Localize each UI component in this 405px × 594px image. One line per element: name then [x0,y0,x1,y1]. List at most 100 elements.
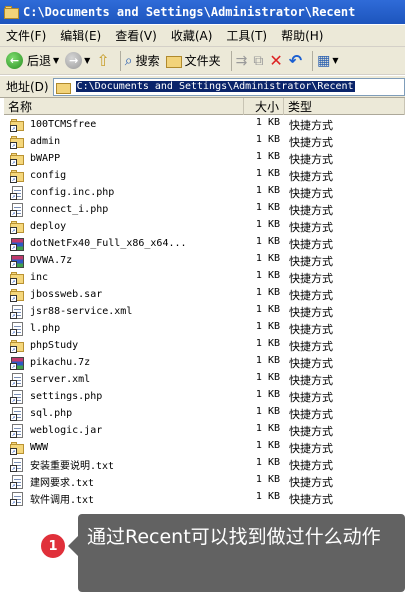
file-row[interactable]: ↗ l.php 1 KB 快捷方式 [4,320,405,337]
file-name-cell[interactable]: ↗ dotNetFx40_Full_x86_x64... [10,236,187,251]
file-name-cell[interactable]: ↗ jsr88-service.xml [10,304,132,319]
column-header-size[interactable]: 大小 [244,98,284,115]
file-name-cell[interactable]: ↗ connect_i.php [10,202,108,217]
menu-view[interactable]: 查看(V) [115,27,157,44]
menu-edit[interactable]: 编辑(E) [60,27,101,44]
doc-shortcut-icon: ↗ [10,321,25,336]
file-row[interactable]: ↗ config.inc.php 1 KB 快捷方式 [4,184,405,201]
menu-favorites[interactable]: 收藏(A) [171,27,213,44]
undo-icon[interactable]: ↶ [289,51,302,70]
file-name: 安装重要说明.txt [30,461,115,472]
file-name-cell[interactable]: ↗ 安装重要说明.txt [10,457,114,472]
file-name-cell[interactable]: ↗ config [10,168,66,183]
step-badge: 1 [39,532,67,560]
copy-to-icon[interactable]: ⧉ [253,53,263,69]
archive-shortcut-icon: ↗ [10,254,25,268]
file-name-cell[interactable]: ↗ jbossweb.sar [10,287,102,302]
folder-icon [55,80,72,94]
file-type: 快捷方式 [289,255,333,268]
file-row[interactable]: ↗ phpStudy 1 KB 快捷方式 [4,337,405,354]
file-type: 快捷方式 [289,289,333,302]
file-row[interactable]: ↗ jsr88-service.xml 1 KB 快捷方式 [4,303,405,320]
file-row[interactable]: ↗ bWAPP 1 KB 快捷方式 [4,150,405,167]
file-size: 1 KB [255,440,280,451]
views-button[interactable]: ▦ ▼ [317,53,338,69]
file-name: sql.php [30,408,73,419]
folders-button[interactable]: 文件夹 [165,52,221,69]
file-name-cell[interactable]: ↗ server.xml [10,372,90,387]
move-to-icon[interactable]: ⇉ [236,53,248,69]
file-name: jbossweb.sar [30,289,103,300]
file-name-cell[interactable]: ↗ pikachu.7z [10,355,90,370]
file-row[interactable]: ↗ pikachu.7z 1 KB 快捷方式 [4,354,405,371]
file-row[interactable]: ↗ WWW 1 KB 快捷方式 [4,439,405,456]
up-folder-icon: ⇧ [96,51,110,70]
list-header: 名称 大小 类型 [4,98,405,115]
file-name: dotNetFx40_Full_x86_x64... [30,238,187,249]
file-row[interactable]: ↗ dotNetFx40_Full_x86_x64... 1 KB 快捷方式 [4,235,405,252]
column-header-name[interactable]: 名称 [4,98,244,115]
file-name-cell[interactable]: ↗ bWAPP [10,151,60,166]
file-name-cell[interactable]: ↗ settings.php [10,389,102,404]
file-type: 快捷方式 [289,153,333,166]
file-row[interactable]: ↗ inc 1 KB 快捷方式 [4,269,405,286]
search-label: 搜索 [135,54,160,68]
chevron-down-icon[interactable]: ▼ [84,56,90,65]
folder-shortcut-icon: ↗ [10,339,25,353]
file-type: 快捷方式 [289,374,333,387]
archive-shortcut-icon: ↗ [10,237,25,251]
menu-tools[interactable]: 工具(T) [226,27,267,44]
file-name-cell[interactable]: ↗ phpStudy [10,338,78,353]
search-button[interactable]: ⌕ 搜索 [125,52,160,69]
chevron-down-icon[interactable]: ▼ [332,56,338,65]
file-row[interactable]: ↗ connect_i.php 1 KB 快捷方式 [4,201,405,218]
file-row[interactable]: ↗ sql.php 1 KB 快捷方式 [4,405,405,422]
file-type: 快捷方式 [289,391,333,404]
file-name-cell[interactable]: ↗ inc [10,270,48,285]
file-row[interactable]: ↗ 安装重要说明.txt 1 KB 快捷方式 [4,456,405,473]
file-name-cell[interactable]: ↗ l.php [10,321,60,336]
file-size: 1 KB [255,168,280,179]
file-row[interactable]: ↗ admin 1 KB 快捷方式 [4,133,405,150]
up-folder-button[interactable]: ⇧ [96,51,109,70]
file-name: admin [30,136,61,147]
file-name: weblogic.jar [30,425,103,436]
file-name-cell[interactable]: ↗ 软件调用.txt [10,491,94,506]
file-name-cell[interactable]: ↗ WWW [10,440,48,455]
folder-shortcut-icon: ↗ [10,135,25,149]
file-row[interactable]: ↗ 100TCMSfree 1 KB 快捷方式 [4,116,405,133]
menu-file[interactable]: 文件(F) [6,27,46,44]
file-row[interactable]: ↗ deploy 1 KB 快捷方式 [4,218,405,235]
file-name-cell[interactable]: ↗ DVWA.7z [10,253,72,268]
forward-arrow-icon: → [65,52,83,69]
address-value[interactable]: C:\Documents and Settings\Administrator\… [75,81,355,92]
delete-icon[interactable]: ✕ [269,51,282,70]
file-type: 快捷方式 [289,170,333,183]
file-name-cell[interactable]: ↗ 建网要求.txt [10,474,94,489]
file-name-cell[interactable]: ↗ 100TCMSfree [10,117,96,132]
file-name-cell[interactable]: ↗ deploy [10,219,66,234]
file-type: 快捷方式 [289,204,333,217]
file-row[interactable]: ↗ settings.php 1 KB 快捷方式 [4,388,405,405]
menu-help[interactable]: 帮助(H) [281,27,323,44]
file-row[interactable]: ↗ DVWA.7z 1 KB 快捷方式 [4,252,405,269]
file-row[interactable]: ↗ weblogic.jar 1 KB 快捷方式 [4,422,405,439]
toolbar: ← 后退 ▼ → ▼ ⇧ ⌕ 搜索 文件夹 ⇉ ⧉ ✕ ↶ ▦ ▼ [0,47,405,75]
back-button[interactable]: ← 后退 ▼ [6,52,59,69]
chevron-down-icon[interactable]: ▼ [53,56,59,65]
file-type: 快捷方式 [289,340,333,353]
file-row[interactable]: ↗ server.xml 1 KB 快捷方式 [4,371,405,388]
address-input[interactable]: C:\Documents and Settings\Administrator\… [52,77,405,96]
forward-button[interactable]: → ▼ [65,52,90,69]
file-name-cell[interactable]: ↗ admin [10,134,60,149]
column-header-type[interactable]: 类型 [284,98,405,115]
file-name-cell[interactable]: ↗ config.inc.php [10,185,114,200]
address-bar: 地址(D) C:\Documents and Settings\Administ… [0,76,405,98]
file-row[interactable]: ↗ jbossweb.sar 1 KB 快捷方式 [4,286,405,303]
file-row[interactable]: ↗ 建网要求.txt 1 KB 快捷方式 [4,473,405,490]
file-name-cell[interactable]: ↗ sql.php [10,406,72,421]
file-name: config.inc.php [30,187,115,198]
file-row[interactable]: ↗ 软件调用.txt 1 KB 快捷方式 [4,490,405,507]
file-row[interactable]: ↗ config 1 KB 快捷方式 [4,167,405,184]
file-name-cell[interactable]: ↗ weblogic.jar [10,423,102,438]
